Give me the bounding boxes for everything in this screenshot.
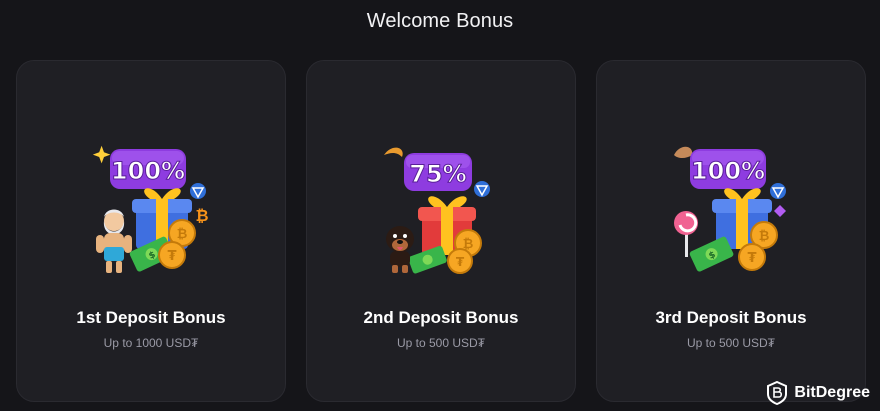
card-title: 2nd Deposit Bonus [363, 308, 519, 327]
rottweiler-character-icon [386, 226, 414, 273]
leaf-icon [384, 147, 403, 157]
bitcoin-icon: ₿ [195, 206, 208, 225]
bitdegree-logo-icon [767, 381, 788, 405]
watermark-text: BitDegree [794, 384, 870, 401]
card-subtitle: Up to 1000 USD₮ [103, 336, 199, 350]
svg-text:₿: ₿ [195, 206, 208, 225]
svg-text:₿: ₿ [177, 227, 188, 242]
zeus-character-icon [96, 209, 132, 273]
sparkle-icon [92, 145, 111, 164]
percent-badge: 100% [690, 149, 766, 189]
bonus-card-1st-deposit[interactable]: 100% ₿ $ ₿ ₮ 1st Deposit Bonus Up to 100… [16, 60, 286, 402]
svg-text:₿: ₿ [759, 229, 770, 244]
cookie-icon [674, 146, 693, 158]
card-title: 3rd Deposit Bonus [655, 308, 807, 327]
svg-text:₮: ₮ [747, 251, 756, 266]
svg-text:₮: ₮ [167, 249, 176, 264]
cash-icon: $ [689, 236, 734, 272]
page-title: Welcome Bonus [366, 10, 514, 32]
card-title: 1st Deposit Bonus [76, 308, 226, 327]
bonus-card-3rd-deposit[interactable]: 100% $ ₿ ₮ 3rd Deposit Bonus Up to 500 U… [596, 60, 866, 402]
percent-badge: 75% [404, 153, 472, 191]
svg-text:₮: ₮ [456, 255, 465, 269]
gift-bonus-illustration: 100% ₿ $ ₿ ₮ [92, 145, 209, 273]
ton-icon [190, 183, 206, 199]
percent-badge-text: 75% [409, 160, 466, 188]
gift-bonus-illustration: 100% $ ₿ ₮ [674, 146, 786, 272]
ton-icon [770, 183, 786, 199]
percent-badge-text: 100% [691, 157, 765, 185]
card-subtitle: Up to 500 USD₮ [396, 336, 486, 350]
percent-badge: 100% [110, 149, 186, 189]
bonus-cards: 100% ₿ $ ₿ ₮ 1st Deposit Bonus Up to 100… [16, 60, 868, 403]
card-subtitle: Up to 500 USD₮ [686, 336, 776, 350]
gift-bonus-illustration: 75% ₿ ₮ [384, 147, 490, 274]
diamond-icon [774, 205, 786, 217]
percent-badge-text: 100% [111, 157, 185, 185]
bitdegree-watermark: BitDegree [766, 381, 870, 405]
ton-icon [474, 181, 490, 197]
bonus-card-2nd-deposit[interactable]: 75% ₿ ₮ 2nd Deposit Bonus Up to 500 USD₮ [306, 60, 576, 402]
